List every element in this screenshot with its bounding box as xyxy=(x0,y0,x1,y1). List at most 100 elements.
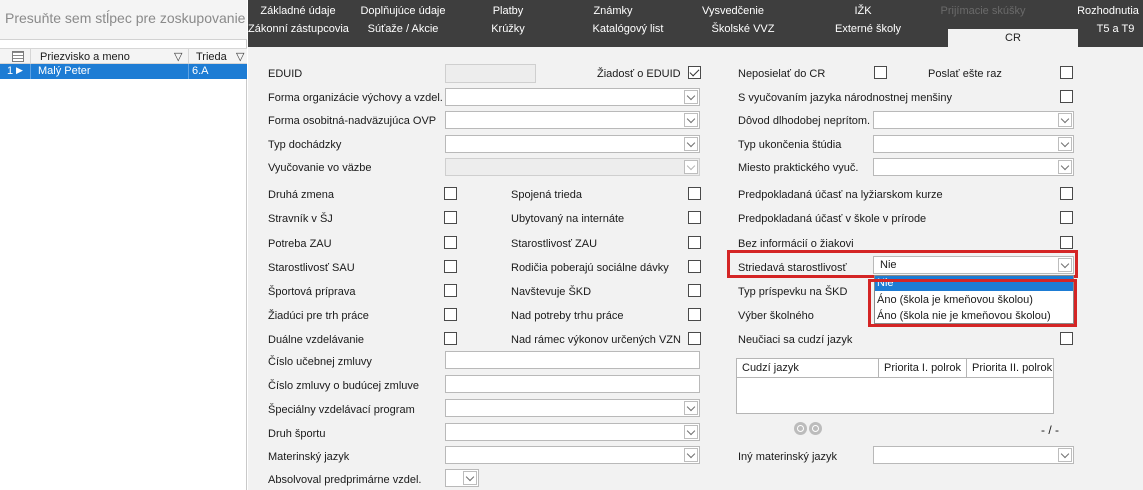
tab-cr[interactable]: CR xyxy=(948,29,1078,47)
starostlivost-zau-checkbox[interactable] xyxy=(688,236,701,249)
dovod-label: Dôvod dlhodobej neprítom. xyxy=(738,115,871,127)
tab-znamky[interactable]: Známky xyxy=(558,5,668,17)
tab-t5-t9[interactable]: T5 a T9 xyxy=(1088,23,1143,35)
column-header[interactable]: Cudzí jazyk xyxy=(737,359,879,378)
tab-katalogovy-list[interactable]: Katalógový list xyxy=(568,23,688,35)
highlight-frame xyxy=(868,279,1077,327)
dovod-select[interactable] xyxy=(873,111,1074,129)
internat-checkbox[interactable] xyxy=(688,211,701,224)
chevron-down-icon[interactable] xyxy=(463,471,477,485)
lyziarsky-checkbox[interactable] xyxy=(1060,187,1073,200)
vyucovanie-vazba-select xyxy=(445,158,700,176)
tab-vysvedcenie[interactable]: Vysvedčenie xyxy=(678,5,788,17)
tab-izk[interactable]: IŽK xyxy=(813,5,913,17)
nad-potreby-checkbox[interactable] xyxy=(688,308,701,321)
iny-materinsky-select[interactable] xyxy=(873,446,1074,464)
tab-doplnujuce-udaje[interactable]: Doplňujúce údaje xyxy=(348,5,458,17)
chevron-down-icon[interactable] xyxy=(684,113,698,127)
cislo-ucebnej-field[interactable] xyxy=(445,351,700,369)
druh-sportu-select[interactable] xyxy=(445,423,700,441)
typ-dochadzky-select[interactable] xyxy=(445,135,700,153)
tab-skolske-vvz[interactable]: Školské VVZ xyxy=(688,23,798,35)
eduid-field[interactable] xyxy=(445,64,536,83)
skd-checkbox[interactable] xyxy=(688,284,701,297)
dualne-checkbox[interactable] xyxy=(444,332,457,345)
starostlivost-sau-checkbox[interactable] xyxy=(444,260,457,273)
specialny-label: Špeciálny vzdelávací program xyxy=(268,404,415,416)
eduid-request-checkbox[interactable] xyxy=(688,66,701,79)
chevron-down-icon[interactable] xyxy=(1058,160,1072,174)
socialne-davky-checkbox[interactable] xyxy=(688,260,701,273)
bez-informacii-checkbox[interactable] xyxy=(1060,236,1073,249)
bez-informacii-label: Bez informácií o žiakovi xyxy=(738,238,854,250)
foreign-language-table: Cudzí jazyk Priorita I. polrok Priorita … xyxy=(736,358,1054,414)
tab-kruzky[interactable]: Krúžky xyxy=(458,23,558,35)
narodnostna-checkbox[interactable] xyxy=(1060,90,1073,103)
student-name: Malý Peter xyxy=(38,65,91,77)
table-row[interactable]: 1 ▶ Malý Peter 6.A xyxy=(0,64,247,79)
poslat-znova-checkbox[interactable] xyxy=(1060,66,1073,79)
vyucovanie-vazba-label: Vyučovanie vo väzbe xyxy=(268,162,372,174)
check-label: Žiadúci pre trh práce xyxy=(268,310,369,322)
specialny-select[interactable] xyxy=(445,399,700,417)
chevron-down-icon[interactable] xyxy=(684,448,698,462)
chevron-down-icon[interactable] xyxy=(1058,137,1072,151)
cislo-buducej-field[interactable] xyxy=(445,375,700,393)
forma-org-select[interactable] xyxy=(445,88,700,106)
tab-platby[interactable]: Platby xyxy=(458,5,558,17)
neposielat-label: Neposielať do CR xyxy=(738,68,826,80)
add-language-icon[interactable] xyxy=(794,422,807,435)
chevron-down-icon[interactable] xyxy=(684,90,698,104)
materinsky-select[interactable] xyxy=(445,446,700,464)
filter-icon[interactable]: ▽ xyxy=(174,50,182,63)
column-header-class[interactable]: Trieda xyxy=(196,51,227,63)
check-label: Duálne vzdelávanie xyxy=(268,334,365,346)
spojena-trieda-checkbox[interactable] xyxy=(688,187,701,200)
druha-zmena-checkbox[interactable] xyxy=(444,187,457,200)
nad-ramec-vzn-checkbox[interactable] xyxy=(688,332,701,345)
miesto-select[interactable] xyxy=(873,158,1074,176)
skola-prirode-checkbox[interactable] xyxy=(1060,211,1073,224)
lyziarsky-label: Predpokladaná účasť na lyžiarskom kurze xyxy=(738,189,943,201)
tab-zakladne-udaje[interactable]: Základné údaje xyxy=(248,5,348,17)
typ-prispevku-label: Typ príspevku na ŠKD xyxy=(738,286,848,298)
filter-icon[interactable]: ▽ xyxy=(236,50,244,63)
check-label: Športová príprava xyxy=(268,286,356,298)
predprimarne-select[interactable] xyxy=(445,469,479,487)
ziaduci-trh-checkbox[interactable] xyxy=(444,308,457,321)
tab-externe-skoly[interactable]: Externé školy xyxy=(813,23,923,35)
neposielat-checkbox[interactable] xyxy=(874,66,887,79)
stravnik-checkbox[interactable] xyxy=(444,211,457,224)
check-label: Stravník v ŠJ xyxy=(268,213,333,225)
tab-sutaze-akcie[interactable]: Súťaže / Akcie xyxy=(348,23,458,35)
forma-osob-select[interactable] xyxy=(445,111,700,129)
student-list-panel: Presuňte sem stĺpec pre zoskupovanie ho … xyxy=(0,0,247,490)
column-header[interactable]: Priorita II. polrok xyxy=(967,359,1053,378)
tab-zakonni-zastupcovia[interactable]: Zákonní zástupcovia xyxy=(248,23,349,35)
forma-osob-label: Forma osobitná-nadväzujúca OVP xyxy=(268,115,437,127)
neuciaci-checkbox[interactable] xyxy=(1060,332,1073,345)
eduid-label: EDUID xyxy=(268,68,303,80)
group-by-area[interactable]: Presuňte sem stĺpec pre zoskupovanie ho xyxy=(0,0,247,40)
materinsky-label: Materinský jazyk xyxy=(268,451,350,463)
potreba-zau-checkbox[interactable] xyxy=(444,236,457,249)
tab-rozhodnutia[interactable]: Rozhodnutia xyxy=(1068,5,1143,17)
chevron-down-icon[interactable] xyxy=(684,401,698,415)
chevron-down-icon[interactable] xyxy=(684,137,698,151)
grid-settings-icon[interactable] xyxy=(12,51,24,62)
vyber-skolneho-label: Výber školného xyxy=(738,310,814,322)
chevron-down-icon[interactable] xyxy=(1058,113,1072,127)
column-header-name[interactable]: Priezvisko a meno xyxy=(40,51,130,63)
iny-materinsky-label: Iný materinský jazyk xyxy=(738,451,838,463)
chevron-down-icon[interactable] xyxy=(1058,448,1072,462)
check-label: Potreba ZAU xyxy=(268,238,332,250)
typ-ukoncenia-select[interactable] xyxy=(873,135,1074,153)
check-label: Rodičia poberajú sociálne dávky xyxy=(511,262,669,274)
grid-column-header: Priezvisko a meno ▽ Trieda ▽ xyxy=(0,48,247,65)
remove-language-icon[interactable] xyxy=(809,422,822,435)
sportova-priprava-checkbox[interactable] xyxy=(444,284,457,297)
chevron-down-icon[interactable] xyxy=(684,425,698,439)
check-label: Starostlivosť ZAU xyxy=(511,238,598,250)
column-header[interactable]: Priorita I. polrok xyxy=(879,359,967,378)
narodnostna-label: S vyučovaním jazyka národnostnej menšiny xyxy=(738,92,952,104)
